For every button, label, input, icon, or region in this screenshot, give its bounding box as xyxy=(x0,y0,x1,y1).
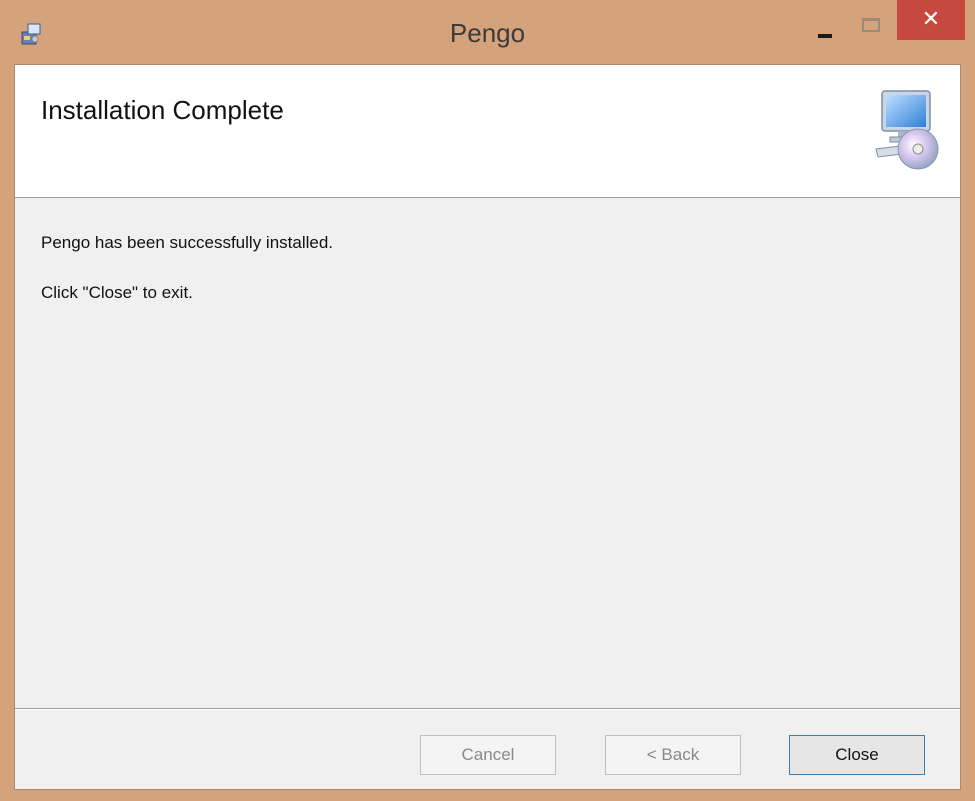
title-bar[interactable]: Pengo ✕ xyxy=(0,0,975,64)
dialog-client-area: Installation Complete Pengo has been suc… xyxy=(14,64,961,790)
page-title: Installation Complete xyxy=(41,95,284,125)
close-window-button[interactable]: ✕ xyxy=(897,0,965,40)
maximize-button[interactable] xyxy=(852,10,892,44)
success-message: Pengo has been successfully installed. xyxy=(41,233,334,252)
installer-window: Pengo ✕ Installation Complete Pengo has … xyxy=(0,0,975,801)
computer-with-cd-icon xyxy=(874,89,942,171)
close-button[interactable]: Close xyxy=(789,735,925,775)
exit-instruction: Click "Close" to exit. xyxy=(41,283,193,302)
minimize-button[interactable] xyxy=(804,10,844,44)
close-icon: ✕ xyxy=(921,7,941,32)
cancel-button[interactable]: Cancel xyxy=(420,735,556,775)
back-button[interactable]: < Back xyxy=(605,735,741,775)
header-banner: Installation Complete xyxy=(15,65,960,198)
footer-divider xyxy=(15,708,960,710)
